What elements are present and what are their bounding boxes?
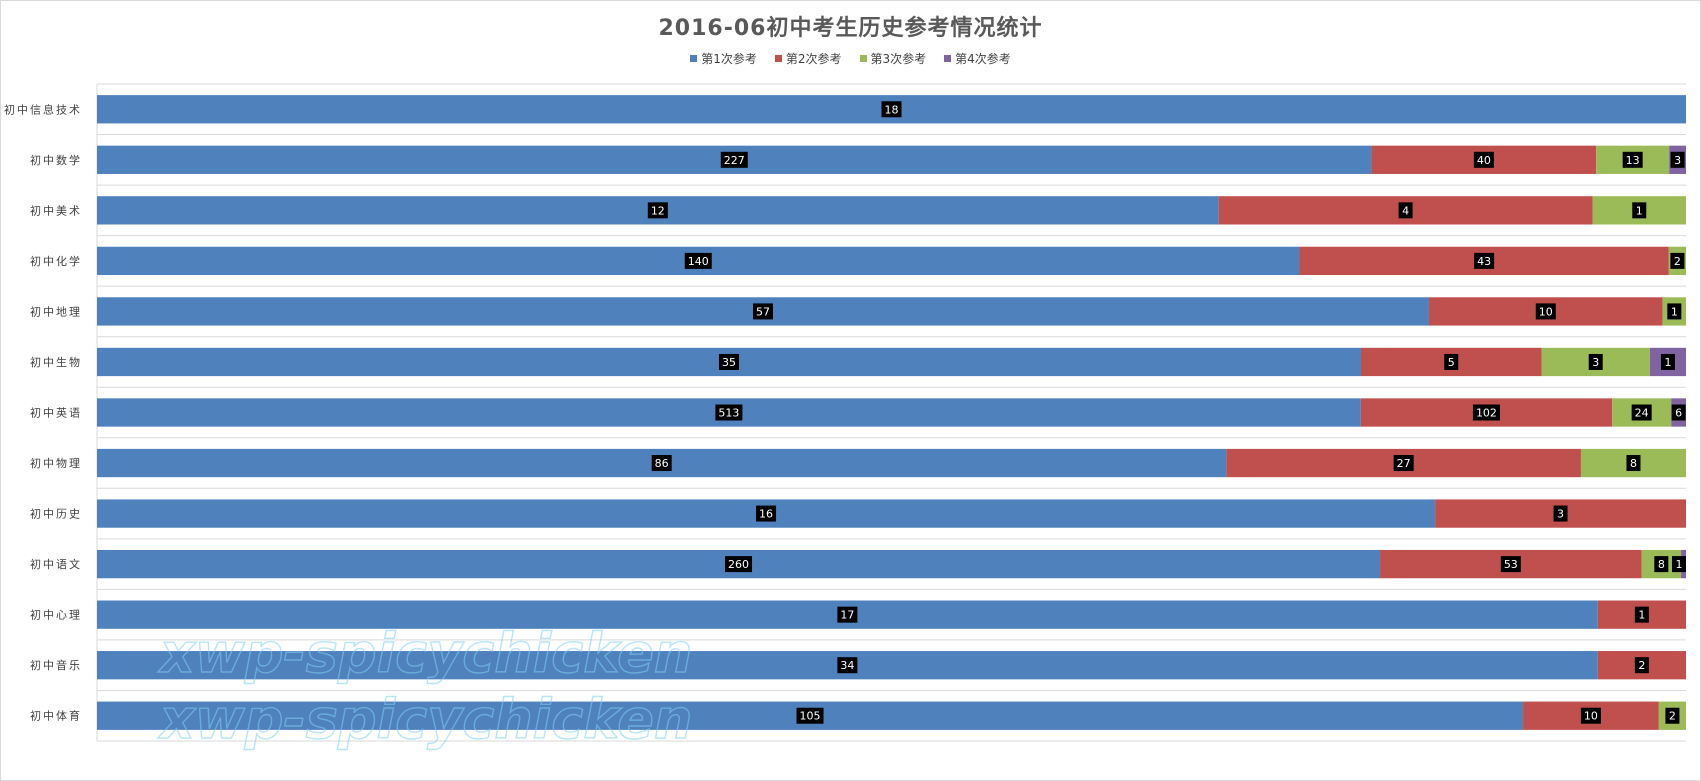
data-label: 1 [1638,609,1645,622]
category-label: 初中心理 [30,608,82,622]
data-label: 16 [759,508,773,521]
category-label: 初中地理 [30,304,82,318]
category-label: 初中信息技术 [4,102,82,116]
data-label: 27 [1397,457,1411,470]
data-label: 10 [1584,710,1598,723]
category-label: 初中数学 [30,153,82,167]
data-label: 140 [688,255,709,268]
data-label: 1 [1636,204,1643,217]
data-label: 40 [1477,154,1491,167]
data-label: 43 [1477,255,1491,268]
data-label: 53 [1504,558,1518,571]
data-label: 13 [1626,154,1640,167]
category-label: 初中化学 [30,254,82,268]
data-label: 18 [885,103,899,116]
category-label: 初中物理 [30,456,82,470]
data-label: 86 [655,457,669,470]
watermark-text: xwp-spicychicken [157,688,692,751]
category-label: 初中体育 [30,709,82,723]
data-label: 1 [1676,558,1683,571]
data-label: 17 [840,609,854,622]
data-label: 260 [728,558,749,571]
watermark-text: xwp-spicychicken [157,622,692,685]
category-label: 初中生物 [30,355,82,369]
category-label: 初中历史 [30,507,82,521]
data-label: 10 [1539,305,1553,318]
data-label: 8 [1658,558,1665,571]
data-label: 34 [840,659,854,672]
data-label: 24 [1635,407,1649,420]
plot-area: 初中信息技术 18初中数学 227 40 13 3初中美术 12 4 1初中化学 140 43 2初中… [4,83,1686,752]
data-label: 2 [1669,710,1676,723]
data-label: 102 [1476,407,1497,420]
data-label: 513 [718,407,739,420]
data-label: 57 [756,305,770,318]
category-label: 初中语文 [30,557,82,571]
data-label: 2 [1674,255,1681,268]
data-label: 3 [1592,356,1599,369]
data-label: 1 [1664,356,1671,369]
data-label: 12 [651,204,665,217]
data-label: 4 [1402,204,1409,217]
category-label: 初中英语 [30,406,82,420]
category-label: 初中音乐 [30,658,82,672]
data-label: 105 [800,710,821,723]
data-label: 35 [722,356,736,369]
data-label: 8 [1630,457,1637,470]
data-label: 3 [1557,508,1564,521]
data-label: 6 [1675,407,1682,420]
data-label: 5 [1448,356,1455,369]
data-label: 3 [1674,154,1681,167]
data-label: 227 [724,154,745,167]
category-label: 初中美术 [30,203,82,217]
data-label: 1 [1671,305,1678,318]
data-label: 2 [1638,659,1645,672]
watermark: xwp-spicychickenxwp-spicychicken [156,621,693,751]
